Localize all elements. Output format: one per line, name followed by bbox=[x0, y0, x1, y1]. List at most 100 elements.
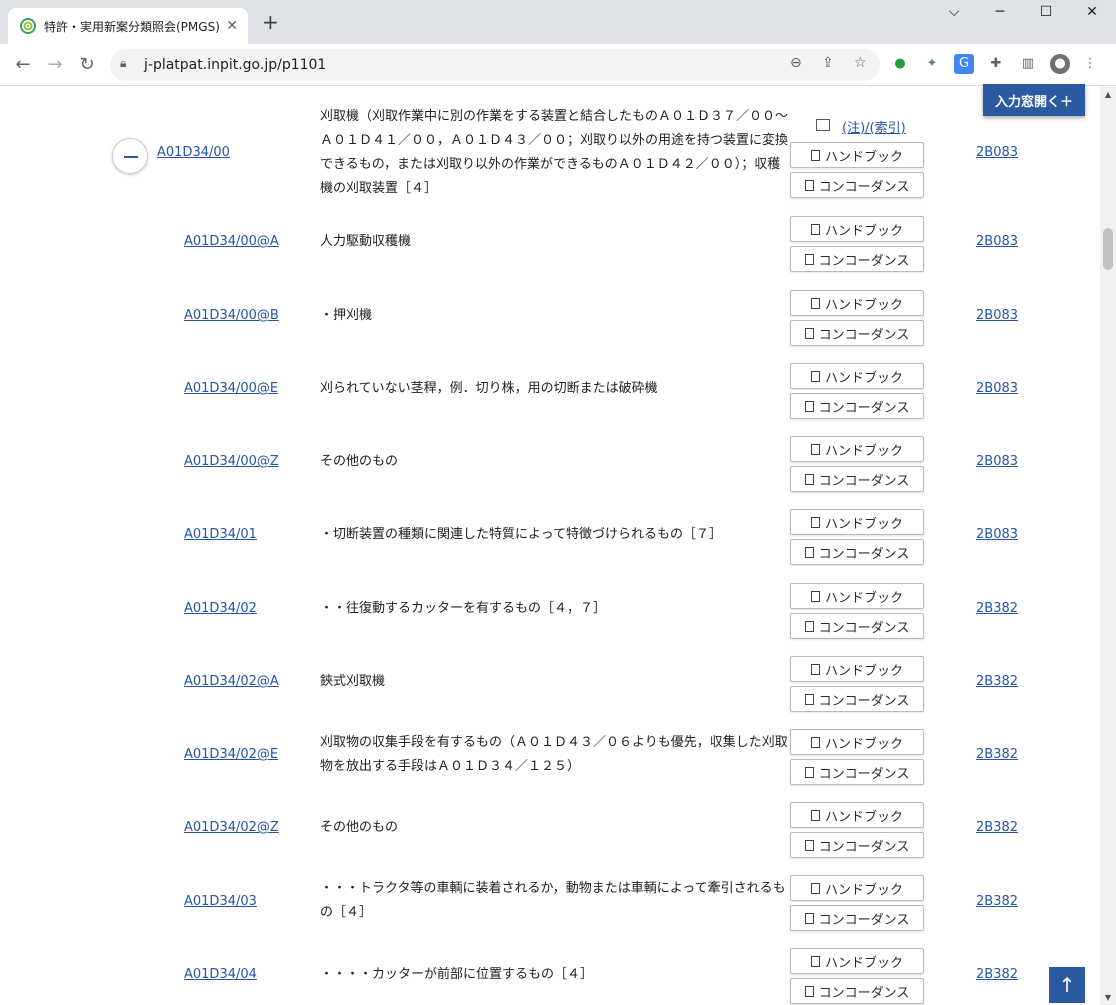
document-icon bbox=[804, 179, 814, 191]
forward-arrow-icon[interactable]: → bbox=[42, 52, 68, 78]
handbook-label: ハンドブック bbox=[824, 443, 903, 459]
minimize-button[interactable]: ─ bbox=[980, 4, 1020, 20]
note-index-link[interactable]: (注)/(索引) bbox=[842, 117, 906, 136]
fi-code-link[interactable]: A01D34/04 bbox=[184, 967, 257, 982]
browser-toolbar: ← → ↻ 🔒︎ j-platpat.inpit.go.jp/p1101 ⊖ ⇪… bbox=[0, 44, 1116, 86]
concordance-button[interactable]: コンコーダンス bbox=[790, 978, 924, 1004]
browser-tab[interactable]: 特許・実用新案分類照会(PMGS) | ✕ bbox=[8, 8, 248, 44]
tab-search-icon[interactable]: ⌵ bbox=[934, 4, 974, 20]
close-window-button[interactable]: ✕ bbox=[1072, 4, 1112, 20]
theme-code-link[interactable]: 2B382 bbox=[976, 601, 1018, 616]
document-icon bbox=[804, 546, 814, 558]
handbook-label: ハンドブック bbox=[824, 370, 903, 386]
concordance-button[interactable]: コンコーダンス bbox=[790, 905, 924, 931]
document-icon bbox=[810, 955, 820, 967]
open-input-window-button[interactable]: 入力窓開く＋ bbox=[983, 84, 1085, 116]
new-tab-button[interactable]: + bbox=[262, 12, 279, 32]
theme-code-link[interactable]: 2B382 bbox=[976, 894, 1018, 909]
document-icon bbox=[810, 516, 820, 528]
theme-code-link[interactable]: 2B083 bbox=[976, 527, 1018, 542]
handbook-button[interactable]: ハンドブック bbox=[790, 875, 924, 901]
handbook-button[interactable]: ハンドブック bbox=[790, 948, 924, 974]
fi-description: 刈られていない茎稈，例．切り株，用の切断または破砕機 bbox=[320, 381, 658, 396]
bookmark-star-icon[interactable]: ☆ bbox=[854, 55, 867, 71]
fi-code-link[interactable]: A01D34/00@B bbox=[184, 308, 279, 323]
handbook-button[interactable]: ハンドブック bbox=[790, 729, 924, 755]
reload-icon[interactable]: ↻ bbox=[74, 52, 100, 78]
fi-description: ・押刈機 bbox=[320, 308, 373, 323]
theme-code-link[interactable]: 2B382 bbox=[976, 967, 1018, 982]
concordance-button[interactable]: コンコーダンス bbox=[790, 172, 924, 198]
handbook-label: ハンドブック bbox=[824, 663, 903, 679]
fi-code-link[interactable]: A01D34/00@A bbox=[184, 234, 279, 249]
document-icon bbox=[810, 223, 820, 235]
handbook-button[interactable]: ハンドブック bbox=[790, 436, 924, 462]
tab-close-icon[interactable]: ✕ bbox=[226, 18, 238, 34]
document-icon bbox=[804, 766, 814, 778]
concordance-button[interactable]: コンコーダンス bbox=[790, 539, 924, 565]
evernote-extension-icon[interactable]: ● bbox=[890, 54, 910, 74]
maximize-button[interactable]: ☐ bbox=[1026, 4, 1066, 20]
back-arrow-icon[interactable]: ← bbox=[10, 52, 36, 78]
page-scrollbar[interactable] bbox=[1100, 87, 1116, 1005]
handbook-label: ハンドブック bbox=[824, 590, 903, 606]
scroll-up-arrow-icon[interactable]: ▲ bbox=[1103, 90, 1113, 99]
collapse-minus-button[interactable] bbox=[112, 138, 148, 174]
concordance-label: コンコーダンス bbox=[818, 620, 910, 636]
profile-avatar[interactable]: ● bbox=[1050, 54, 1070, 74]
theme-code-link[interactable]: 2B083 bbox=[976, 454, 1018, 469]
fi-code-link[interactable]: A01D34/00@E bbox=[184, 381, 278, 396]
handbook-button[interactable]: ハンドブック bbox=[790, 216, 924, 242]
fi-code-link[interactable]: A01D34/02@E bbox=[184, 747, 278, 762]
fi-code-link[interactable]: A01D34/03 bbox=[184, 894, 257, 909]
theme-code-link[interactable]: 2B083 bbox=[976, 308, 1018, 323]
fi-description: ・切断装置の種類に関連した特質によって特徴づけられるもの［７］ bbox=[320, 527, 722, 542]
scroll-to-top-button[interactable]: ↑ bbox=[1049, 967, 1085, 1003]
fi-code-link[interactable]: A01D34/02 bbox=[184, 601, 257, 616]
document-icon bbox=[804, 839, 814, 851]
document-icon bbox=[810, 297, 820, 309]
concordance-button[interactable]: コンコーダンス bbox=[790, 320, 924, 346]
handbook-label: ハンドブック bbox=[824, 809, 903, 825]
theme-code-link[interactable]: 2B382 bbox=[976, 674, 1018, 689]
concordance-button[interactable]: コンコーダンス bbox=[790, 246, 924, 272]
concordance-label: コンコーダンス bbox=[818, 546, 910, 562]
fi-code-link[interactable]: A01D34/00@Z bbox=[184, 454, 279, 469]
handbook-button[interactable]: ハンドブック bbox=[790, 290, 924, 316]
scroll-down-arrow-icon[interactable]: ▼ bbox=[1103, 993, 1113, 1002]
fi-code-link[interactable]: A01D34/00 bbox=[157, 145, 230, 160]
document-icon bbox=[804, 985, 814, 997]
concordance-button[interactable]: コンコーダンス bbox=[790, 613, 924, 639]
side-panel-icon[interactable]: ▥ bbox=[1018, 54, 1038, 74]
fi-code-link[interactable]: A01D34/01 bbox=[184, 527, 257, 542]
extensions-puzzle-icon[interactable]: ✚ bbox=[986, 54, 1006, 74]
menu-kebab-icon[interactable]: ⋮ bbox=[1080, 54, 1100, 74]
share-icon[interactable]: ⇪ bbox=[822, 55, 834, 71]
zoom-icon[interactable]: ⊖ bbox=[790, 55, 802, 71]
handbook-button[interactable]: ハンドブック bbox=[790, 142, 924, 168]
handbook-label: ハンドブック bbox=[824, 955, 903, 971]
fi-code-link[interactable]: A01D34/02@Z bbox=[184, 820, 279, 835]
theme-code-link[interactable]: 2B083 bbox=[976, 234, 1018, 249]
handbook-label: ハンドブック bbox=[824, 149, 903, 165]
theme-code-link[interactable]: 2B083 bbox=[976, 381, 1018, 396]
concordance-button[interactable]: コンコーダンス bbox=[790, 832, 924, 858]
concordance-button[interactable]: コンコーダンス bbox=[790, 759, 924, 785]
address-bar[interactable]: 🔒︎ j-platpat.inpit.go.jp/p1101 ⊖ ⇪ ☆ bbox=[110, 49, 880, 81]
document-icon bbox=[810, 590, 820, 602]
handbook-button[interactable]: ハンドブック bbox=[790, 509, 924, 535]
theme-code-link[interactable]: 2B382 bbox=[976, 820, 1018, 835]
theme-code-link[interactable]: 2B083 bbox=[976, 145, 1018, 160]
dropbox-extension-icon[interactable]: ✦ bbox=[922, 54, 942, 74]
concordance-button[interactable]: コンコーダンス bbox=[790, 393, 924, 419]
scrollbar-thumb[interactable] bbox=[1103, 228, 1113, 270]
handbook-button[interactable]: ハンドブック bbox=[790, 583, 924, 609]
handbook-button[interactable]: ハンドブック bbox=[790, 363, 924, 389]
theme-code-link[interactable]: 2B382 bbox=[976, 747, 1018, 762]
concordance-button[interactable]: コンコーダンス bbox=[790, 686, 924, 712]
handbook-button[interactable]: ハンドブック bbox=[790, 656, 924, 682]
fi-code-link[interactable]: A01D34/02@A bbox=[184, 674, 279, 689]
handbook-button[interactable]: ハンドブック bbox=[790, 802, 924, 828]
translate-extension-icon[interactable]: G bbox=[954, 54, 974, 74]
concordance-button[interactable]: コンコーダンス bbox=[790, 466, 924, 492]
